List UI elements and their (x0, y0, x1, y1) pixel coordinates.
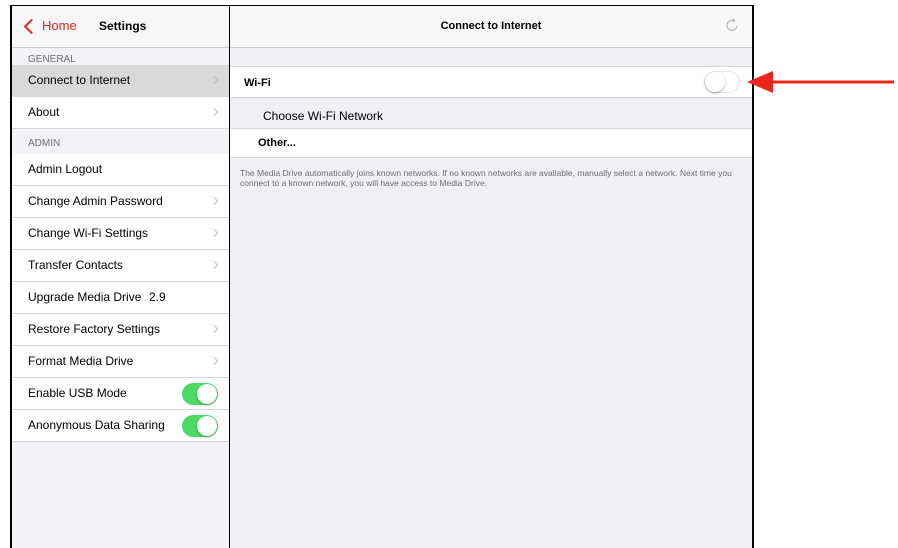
usb-mode-toggle[interactable] (182, 383, 218, 405)
sidebar-item-label: Format Media Drive (28, 354, 134, 368)
sidebar-item-label: Upgrade Media Drive (28, 290, 142, 304)
sidebar-item-about[interactable]: About (12, 97, 229, 129)
wifi-help-note: The Media Drive automatically joins know… (240, 168, 732, 188)
page-title: Connect to Internet (440, 20, 542, 32)
chevron-right-icon (209, 196, 219, 206)
sidebar-item-label: Anonymous Data Sharing (28, 418, 165, 432)
wifi-row: Wi-Fi (230, 66, 752, 98)
sidebar-item-label: Enable USB Mode (28, 386, 127, 400)
chevron-left-icon (23, 18, 40, 34)
sidebar-item-transfer-contacts[interactable]: Transfer Contacts (12, 250, 229, 282)
toggle-knob (197, 416, 217, 436)
sidebar-item-restore-factory-settings[interactable]: Restore Factory Settings (12, 314, 229, 346)
sidebar-item-anonymous-data-sharing: Anonymous Data Sharing (12, 410, 229, 442)
home-back-label: Home (42, 18, 77, 33)
sidebar-item-label: Change Wi-Fi Settings (28, 226, 149, 240)
section-header-admin: ADMIN (28, 138, 61, 149)
wifi-toggle[interactable] (704, 71, 740, 93)
sidebar-item-connect-to-internet[interactable]: Connect to Internet (12, 65, 229, 97)
sidebar-header: Home Settings (12, 6, 229, 48)
sidebar-item-enable-usb-mode: Enable USB Mode (12, 378, 229, 410)
main-panel: Connect to Internet Wi-Fi Choose Wi-Fi N… (230, 6, 752, 548)
ipad-screen: Home Settings GENERAL Connect to Interne… (10, 5, 754, 548)
sidebar-item-change-admin-password[interactable]: Change Admin Password (12, 186, 229, 218)
firmware-version-value: 2.9 (149, 290, 166, 304)
home-back-button[interactable]: Home (23, 18, 77, 34)
toggle-knob (705, 72, 725, 92)
sidebar-item-label: About (28, 105, 60, 119)
chevron-right-icon (209, 324, 219, 334)
sidebar-item-format-media-drive[interactable]: Format Media Drive (12, 346, 229, 378)
sidebar-item-label: Admin Logout (28, 162, 103, 176)
settings-sidebar: Home Settings GENERAL Connect to Interne… (12, 6, 230, 548)
sidebar-item-admin-logout[interactable]: Admin Logout (12, 154, 229, 186)
refresh-icon[interactable] (724, 17, 740, 33)
choose-wifi-network-label: Choose Wi-Fi Network (263, 109, 384, 123)
sidebar-item-label: Connect to Internet (28, 73, 131, 87)
chevron-right-icon (209, 75, 219, 85)
sidebar-item-label: Restore Factory Settings (28, 322, 161, 336)
sidebar-item-label: Change Admin Password (28, 194, 163, 208)
main-header: Connect to Internet (230, 6, 752, 48)
chevron-right-icon (209, 260, 219, 270)
other-network-row[interactable]: Other... (230, 128, 752, 158)
data-sharing-toggle[interactable] (182, 415, 218, 437)
chevron-right-icon (209, 107, 219, 117)
chevron-right-icon (209, 228, 219, 238)
sidebar-item-change-wifi-settings[interactable]: Change Wi-Fi Settings (12, 218, 229, 250)
toggle-knob (197, 384, 217, 404)
sidebar-item-upgrade-media-drive[interactable]: Upgrade Media Drive 2.9 (12, 282, 229, 314)
sidebar-item-label: Transfer Contacts (28, 258, 123, 272)
sidebar-title: Settings (99, 19, 147, 33)
annotation-arrow-icon (747, 71, 894, 93)
other-network-label: Other... (258, 137, 296, 149)
chevron-right-icon (209, 356, 219, 366)
wifi-label: Wi-Fi (244, 77, 271, 89)
